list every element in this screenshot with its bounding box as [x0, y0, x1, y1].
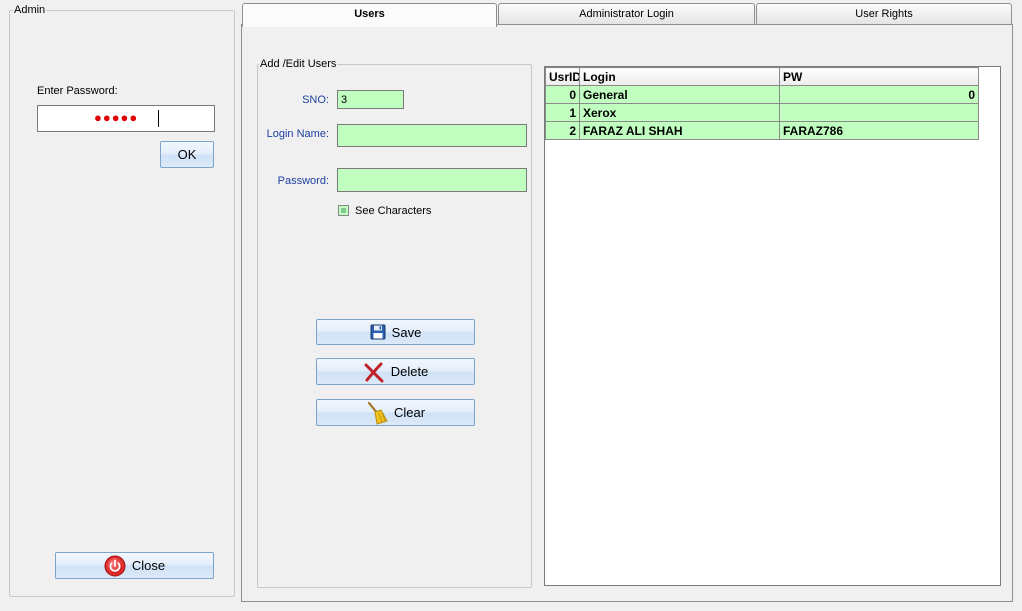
save-button-label: Save: [391, 324, 422, 340]
admin-password-input[interactable]: ●●●●●: [37, 105, 215, 132]
cell-login[interactable]: Xerox: [579, 103, 780, 122]
cell-pw[interactable]: FARAZ786: [779, 121, 979, 140]
text-caret: [158, 110, 159, 127]
cell-usrid[interactable]: 2: [545, 121, 580, 140]
grid-header-row: UsrID Login PW: [545, 67, 979, 86]
enter-password-label: Enter Password:: [37, 85, 118, 97]
sno-input[interactable]: [337, 90, 404, 109]
tab-user-rights[interactable]: User Rights: [756, 3, 1012, 24]
delete-button-label: Delete: [390, 364, 429, 379]
cell-usrid[interactable]: 0: [545, 85, 580, 104]
floppy-disk-icon: [370, 324, 386, 340]
login-name-input[interactable]: [337, 124, 527, 147]
tab-user-rights-label: User Rights: [855, 8, 913, 20]
ok-button-label: OK: [177, 147, 197, 162]
clear-button[interactable]: Clear: [316, 399, 475, 426]
column-header-usrid[interactable]: UsrID: [545, 67, 580, 86]
tab-users[interactable]: Users: [242, 3, 497, 27]
table-row[interactable]: 1 Xerox: [545, 103, 979, 122]
cell-pw[interactable]: [779, 103, 979, 122]
cell-pw[interactable]: 0: [779, 85, 979, 104]
cell-login[interactable]: General: [579, 85, 780, 104]
sno-label: SNO:: [302, 94, 329, 106]
clear-button-label: Clear: [393, 405, 426, 420]
close-button-label: Close: [131, 558, 166, 573]
column-header-pw[interactable]: PW: [779, 67, 979, 86]
cell-usrid[interactable]: 1: [545, 103, 580, 122]
see-characters-checkbox[interactable]: [338, 205, 349, 216]
table-row[interactable]: 2 FARAZ ALI SHAH FARAZ786: [545, 121, 979, 140]
table-row[interactable]: 0 General 0: [545, 85, 979, 104]
column-header-login[interactable]: Login: [579, 67, 780, 86]
power-icon: [104, 555, 126, 577]
password-input[interactable]: [337, 168, 527, 192]
password-mask: ●●●●●: [94, 110, 139, 125]
admin-group: [9, 10, 235, 597]
login-name-label: Login Name:: [266, 128, 329, 140]
broom-icon: [366, 401, 388, 425]
see-characters-label: See Characters: [355, 205, 432, 217]
tab-administrator-login[interactable]: Administrator Login: [498, 3, 755, 24]
checkbox-indicator: [341, 208, 346, 213]
tab-users-label: Users: [354, 8, 385, 20]
password-label: Password:: [277, 175, 329, 187]
add-edit-users-label: Add /Edit Users: [259, 58, 338, 70]
delete-button[interactable]: Delete: [316, 358, 475, 385]
admin-group-label: Admin: [13, 4, 47, 16]
cell-login[interactable]: FARAZ ALI SHAH: [579, 121, 780, 140]
users-grid[interactable]: UsrID Login PW 0 General 0 1 Xerox 2 FAR…: [544, 66, 1001, 586]
tab-administrator-login-label: Administrator Login: [579, 8, 674, 20]
ok-button[interactable]: OK: [160, 141, 214, 168]
users-table: UsrID Login PW 0 General 0 1 Xerox 2 FAR…: [545, 67, 979, 140]
delete-x-icon: [363, 361, 385, 383]
close-button[interactable]: Close: [55, 552, 214, 579]
save-button[interactable]: Save: [316, 319, 475, 345]
